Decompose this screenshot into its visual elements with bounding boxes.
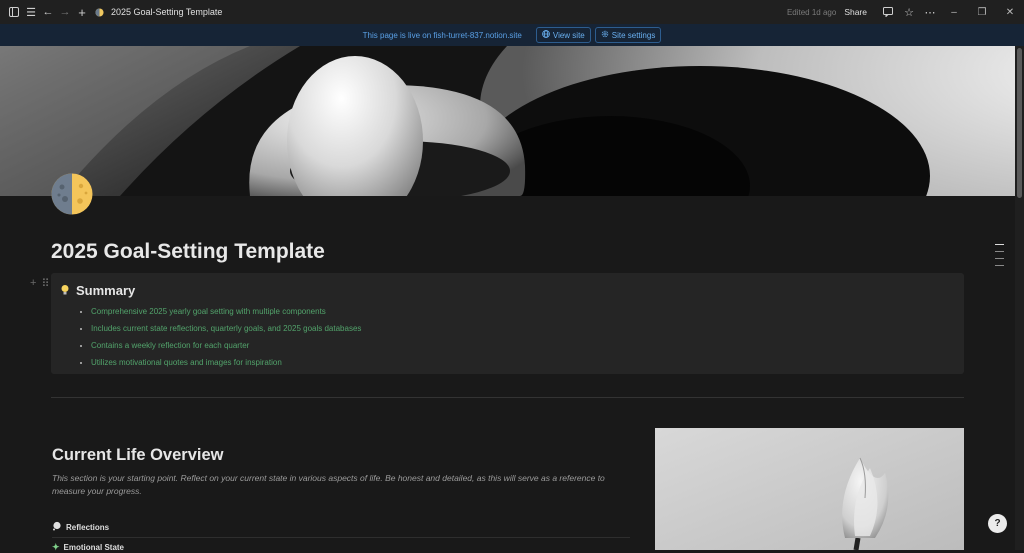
lightbulb-icon xyxy=(60,283,70,295)
add-block-plus-icon[interactable]: + xyxy=(30,277,36,290)
block-handle[interactable]: + ⠿ xyxy=(30,277,50,290)
favorite-star-icon[interactable]: ☆ xyxy=(899,4,919,20)
reflections-label: Reflections xyxy=(66,522,110,532)
moon-page-icon xyxy=(91,4,107,20)
list-item: Contains a weekly reflection for each qu… xyxy=(91,337,361,354)
share-button[interactable]: Share xyxy=(844,7,867,17)
site-settings-button[interactable]: Site settings xyxy=(594,27,662,43)
help-button[interactable]: ? xyxy=(988,514,1007,533)
minimize-icon[interactable]: – xyxy=(940,7,968,18)
publish-banner: This page is live on fish-turret-837.not… xyxy=(0,24,1024,46)
publish-message: This page is live on fish-turret-837.not… xyxy=(362,30,522,40)
reflections-row[interactable]: Reflections xyxy=(52,521,109,533)
overview-heading: Current Life Overview xyxy=(52,446,224,464)
new-page-plus-icon[interactable]: + xyxy=(74,4,90,20)
summary-heading: Summary xyxy=(76,283,136,298)
divider xyxy=(51,397,964,398)
list-item: Utilizes motivational quotes and images … xyxy=(91,354,361,371)
scrollbar[interactable] xyxy=(1015,46,1024,550)
row-divider xyxy=(52,537,630,538)
summary-list: Comprehensive 2025 yearly goal setting w… xyxy=(73,303,361,371)
globe-icon xyxy=(542,30,550,40)
list-item: Comprehensive 2025 yearly goal setting w… xyxy=(91,303,361,320)
close-icon[interactable]: ✕ xyxy=(996,7,1024,18)
tab-title: 2025 Goal-Setting Template xyxy=(111,7,223,17)
scrollbar-thumb[interactable] xyxy=(1017,48,1022,198)
drag-handle-icon[interactable]: ⠿ xyxy=(41,277,49,290)
settings-gear-icon xyxy=(601,30,609,40)
overview-description: This section is your starting point. Ref… xyxy=(52,473,605,496)
thought-bubble-icon xyxy=(52,521,62,533)
restore-icon[interactable]: ❐ xyxy=(968,7,996,18)
tulip-image[interactable] xyxy=(655,428,964,550)
summary-callout[interactable]: Summary Comprehensive 2025 yearly goal s… xyxy=(51,273,964,374)
comment-icon[interactable] xyxy=(878,4,898,20)
page-moon-icon[interactable] xyxy=(51,173,93,215)
more-options-icon[interactable]: ⋯ xyxy=(920,4,940,20)
menu-icon[interactable]: ☰ xyxy=(23,4,39,20)
forward-arrow-icon[interactable]: → xyxy=(57,4,73,20)
title-bar: ☰ ← → + 2025 Goal-Setting Template Edite… xyxy=(0,0,1024,24)
emotional-state-row[interactable]: ✦ Emotional State xyxy=(52,542,124,553)
back-arrow-icon[interactable]: ← xyxy=(40,4,56,20)
sparkles-icon: ✦ xyxy=(52,542,60,552)
edited-status: Edited 1d ago xyxy=(786,7,837,17)
list-item: Includes current state reflections, quar… xyxy=(91,320,361,337)
page-title[interactable]: 2025 Goal-Setting Template xyxy=(51,240,325,264)
help-icon: ? xyxy=(994,518,1001,529)
sidebar-toggle-icon[interactable] xyxy=(6,4,22,20)
site-settings-label: Site settings xyxy=(611,30,656,40)
cover-image[interactable] xyxy=(0,46,1015,196)
emotional-state-label: Emotional State xyxy=(63,543,124,552)
view-site-button[interactable]: View site xyxy=(535,27,591,43)
table-of-contents-indicator[interactable] xyxy=(995,244,1004,272)
view-site-label: View site xyxy=(552,30,585,40)
